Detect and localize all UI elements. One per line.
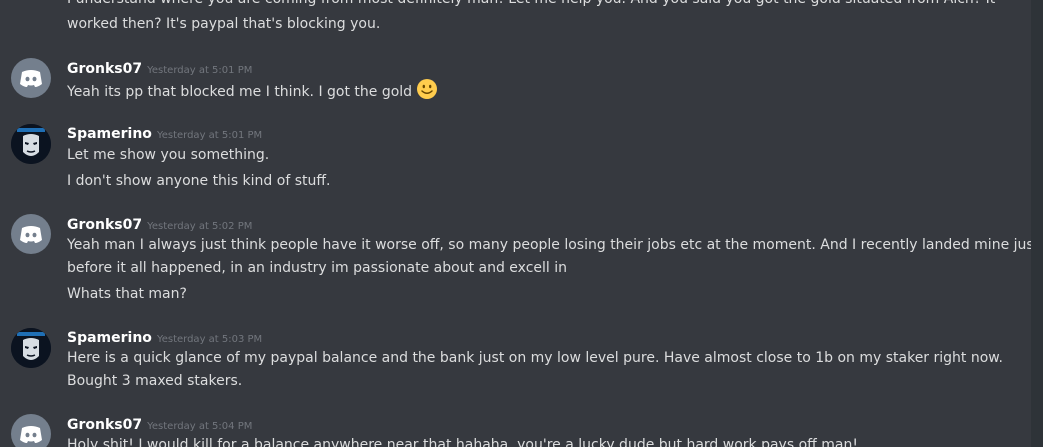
chat-message-list: I understand where you are coming from m… [0, 0, 1043, 447]
timestamp[interactable]: Yesterday at 5:03 PM [157, 334, 262, 345]
scrollbar-track[interactable] [1031, 0, 1043, 447]
message-header: Gronks07 Yesterday at 5:01 PM [67, 58, 252, 77]
message-line: I understand where you are coming from m… [67, 0, 1002, 11]
message-line: before it all happened, in an industry i… [67, 260, 568, 276]
user-avatar[interactable] [11, 214, 51, 254]
user-avatar[interactable] [11, 328, 51, 368]
message-line: I don't show anyone this kind of stuff. [67, 173, 331, 189]
timestamp[interactable]: Yesterday at 5:01 PM [147, 65, 252, 76]
message-line: Bought 3 maxed stakers. [67, 373, 243, 389]
discord-logo-icon [20, 226, 42, 243]
user-avatar[interactable] [11, 58, 51, 98]
discord-logo-icon [20, 426, 42, 443]
discord-logo-icon [20, 70, 42, 87]
message-text: Yeah its pp that blocked me I think. I g… [67, 84, 413, 100]
message-header: Spamerino Yesterday at 5:03 PM [67, 327, 262, 346]
message-line: worked then? It's paypal that's blocking… [67, 16, 381, 32]
username[interactable]: Spamerino [67, 330, 152, 346]
message-header: Spamerino Yesterday at 5:01 PM [67, 123, 262, 142]
username[interactable]: Spamerino [67, 126, 152, 142]
username[interactable]: Gronks07 [67, 61, 142, 77]
message-line: Yeah its pp that blocked me I think. I g… [67, 78, 1002, 108]
masked-face-avatar [11, 124, 51, 164]
message-line: Here is a quick glance of my paypal bala… [67, 350, 1003, 366]
timestamp[interactable]: Yesterday at 5:01 PM [157, 130, 262, 141]
masked-face-avatar [11, 328, 51, 368]
user-avatar[interactable] [11, 414, 51, 447]
slightly-smiling-face-icon[interactable] [416, 78, 438, 108]
timestamp[interactable]: Yesterday at 5:02 PM [147, 221, 252, 232]
message-header: Gronks07 Yesterday at 5:04 PM [67, 414, 252, 433]
username[interactable]: Gronks07 [67, 217, 142, 233]
username[interactable]: Gronks07 [67, 417, 142, 433]
timestamp[interactable]: Yesterday at 5:04 PM [147, 421, 252, 432]
message-line: Yeah man I always just think people have… [67, 237, 1040, 253]
message-header: Gronks07 Yesterday at 5:02 PM [67, 214, 252, 233]
message-line: Holy shit! I would kill for a balance an… [67, 437, 858, 447]
message-line: Let me show you something. [67, 147, 270, 163]
message-line: Whats that man? [67, 286, 187, 302]
user-avatar[interactable] [11, 124, 51, 164]
